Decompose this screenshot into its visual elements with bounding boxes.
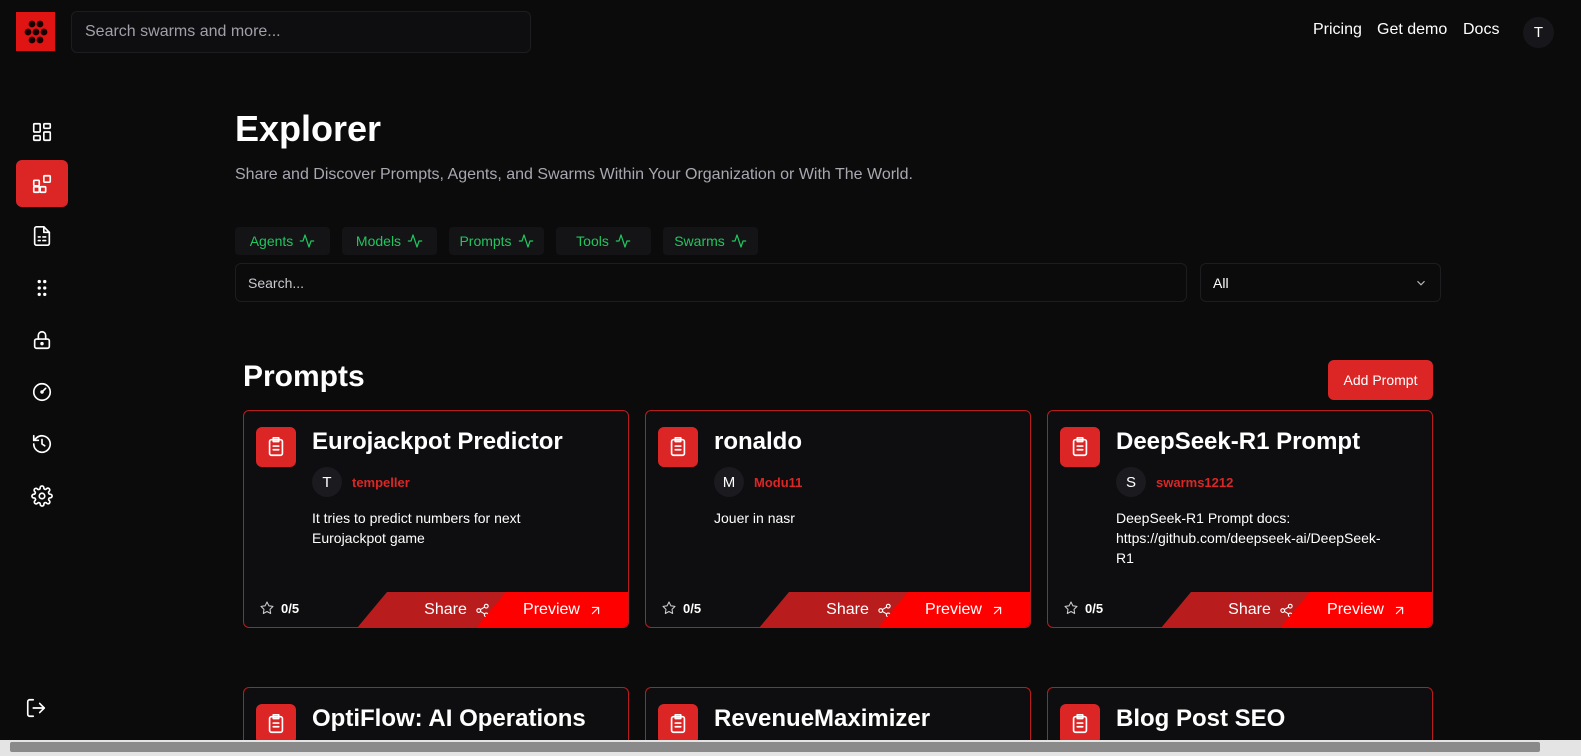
star-icon [1064, 601, 1078, 614]
scrollbar-thumb[interactable] [10, 742, 1540, 752]
author-link[interactable]: tempeller [352, 475, 410, 490]
card-description: DeepSeek-R1 Prompt docs: https://github.… [1116, 510, 1381, 566]
author-avatar: S [1116, 467, 1146, 497]
add-prompt-button[interactable]: Add Prompt [1328, 360, 1433, 400]
tab-label: Agents [249, 233, 294, 249]
preview-label: Preview [925, 601, 982, 618]
explorer-search-input[interactable] [235, 263, 1187, 302]
type-filter-select[interactable]: All [1200, 263, 1441, 302]
clipboard-icon [658, 704, 698, 740]
tab-models[interactable]: Models [342, 227, 437, 255]
sidebar-item-settings[interactable] [16, 472, 68, 519]
nav-docs-link[interactable]: Docs [1463, 21, 1499, 39]
page-title: Explorer [235, 108, 382, 149]
activity-icon [407, 234, 423, 248]
star-icon [662, 601, 676, 614]
card-description: Jouer in nasr [714, 510, 795, 526]
gauge-icon [32, 382, 52, 401]
logo-icon [24, 20, 47, 43]
prompt-card[interactable]: Eurojackpot Predictor T tempeller It tri… [243, 410, 629, 628]
document-icon [33, 225, 51, 246]
tab-label: Swarms [674, 233, 725, 249]
explorer-icon [32, 174, 52, 193]
rating-value: 0/5 [683, 600, 702, 616]
select-value: All [1213, 274, 1229, 291]
card-title[interactable]: OptiFlow: AI Operations [312, 705, 586, 733]
nav-get-demo-link[interactable]: Get demo [1377, 21, 1447, 39]
history-icon [32, 434, 52, 453]
tab-label: Tools [576, 233, 609, 249]
dots-grid-icon [37, 279, 47, 296]
rating-value: 0/5 [1085, 600, 1104, 616]
card-title[interactable]: DeepSeek-R1 Prompt [1116, 428, 1360, 456]
activity-icon [518, 234, 533, 248]
preview-label: Preview [1327, 601, 1384, 618]
tab-swarms[interactable]: Swarms [663, 227, 758, 255]
card-rating[interactable]: 0/5 [259, 600, 299, 616]
user-avatar[interactable]: T [1523, 17, 1554, 48]
author-avatar: T [312, 467, 342, 497]
clipboard-icon [256, 427, 296, 467]
horizontal-scrollbar[interactable] [0, 740, 1581, 756]
sidebar-item-security[interactable] [16, 316, 68, 363]
activity-icon [300, 234, 315, 248]
tab-label: Models [355, 233, 402, 249]
rating-value: 0/5 [281, 600, 300, 616]
clipboard-icon [256, 704, 296, 740]
dashboard-icon [32, 122, 52, 141]
sidebar-item-history[interactable] [16, 420, 68, 467]
nav-pricing-link[interactable]: Pricing [1313, 21, 1362, 39]
card-description: It tries to predict numbers for next Eur… [312, 510, 521, 546]
sidebar-item-logout[interactable] [10, 684, 62, 731]
prompt-card[interactable]: OptiFlow: AI Operations [243, 687, 629, 740]
share-label: Share [1228, 601, 1271, 618]
card-rating[interactable]: 0/5 [661, 600, 701, 616]
arrow-up-right-icon [993, 606, 1002, 614]
arrow-up-right-icon [1395, 606, 1404, 614]
prompt-card[interactable]: DeepSeek-R1 Prompt S swarms1212 DeepSeek… [1047, 410, 1433, 628]
clipboard-icon [1060, 427, 1100, 467]
tab-tools[interactable]: Tools [556, 227, 651, 255]
card-title[interactable]: RevenueMaximizer [714, 705, 930, 733]
clipboard-icon [1060, 704, 1100, 740]
share-label: Share [826, 601, 869, 618]
tab-prompts[interactable]: Prompts [449, 227, 544, 255]
sidebar-item-documents[interactable] [16, 212, 68, 259]
top-bar: Pricing Get demo Docs T [0, 0, 1581, 64]
clipboard-icon [658, 427, 698, 467]
star-icon [260, 601, 274, 614]
activity-icon [615, 234, 631, 248]
swarms-logo[interactable] [16, 12, 55, 51]
sidebar-item-usage[interactable] [16, 368, 68, 415]
page-subtitle: Share and Discover Prompts, Agents, and … [235, 166, 913, 183]
chevron-down-icon [1417, 280, 1425, 286]
author-avatar: M [714, 467, 744, 497]
prompt-card[interactable]: RevenueMaximizer [645, 687, 1031, 740]
preview-label: Preview [523, 601, 580, 618]
sidebar-item-apps[interactable] [16, 264, 68, 311]
card-title[interactable]: Blog Post SEO [1116, 705, 1285, 733]
lock-icon [33, 330, 51, 349]
tab-agents[interactable]: Agents [235, 227, 330, 255]
logout-icon [26, 698, 46, 717]
card-title[interactable]: ronaldo [714, 428, 802, 456]
section-title: Prompts [243, 360, 365, 393]
sidebar-item-explorer[interactable] [16, 160, 68, 207]
card-rating[interactable]: 0/5 [1063, 600, 1103, 616]
global-search-input[interactable] [71, 11, 531, 53]
sidebar-item-dashboard[interactable] [16, 108, 68, 155]
gear-icon [31, 484, 53, 507]
activity-icon [731, 234, 747, 248]
prompt-card[interactable]: ronaldo M Modu11 Jouer in nasr 0/5 Share… [645, 410, 1031, 628]
author-link[interactable]: swarms1212 [1156, 475, 1233, 490]
share-label: Share [424, 601, 467, 618]
card-title[interactable]: Eurojackpot Predictor [312, 428, 563, 456]
arrow-up-right-icon [591, 606, 600, 614]
prompt-card[interactable]: Blog Post SEO [1047, 687, 1433, 740]
author-link[interactable]: Modu11 [754, 475, 802, 490]
tab-label: Prompts [459, 233, 512, 249]
